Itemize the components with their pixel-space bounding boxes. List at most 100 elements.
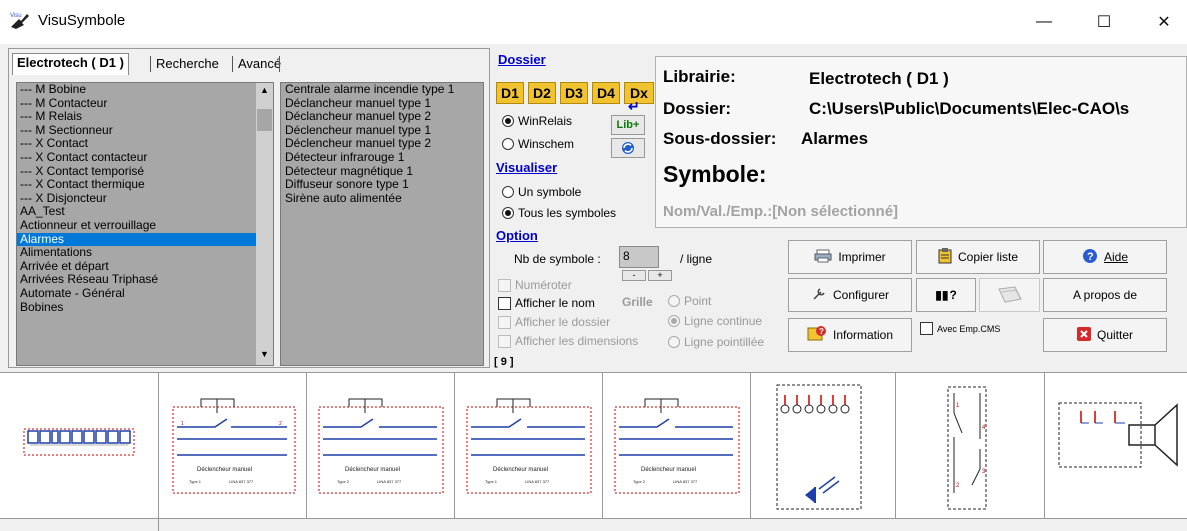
documents-button[interactable] (979, 278, 1040, 312)
svg-text:Type 1: Type 1 (189, 479, 202, 484)
category-item[interactable]: --- M Sectionneur (17, 123, 273, 138)
tab-recherche[interactable]: Recherche (152, 55, 223, 75)
tab-separator (279, 56, 280, 72)
radio-grille-point[interactable]: Point (668, 294, 711, 308)
category-item[interactable]: --- X Contact (17, 137, 273, 151)
preview-declencheur-2[interactable]: Déclencheur manuel Type 2 LINA 837 377 (307, 373, 455, 519)
radio-label: WinRelais (518, 114, 573, 128)
category-item[interactable]: Alimentations (17, 246, 273, 260)
information-button[interactable]: ? Information (788, 318, 912, 352)
preview-declencheur-3[interactable]: Déclencheur manuel Type 1 LINA 837 377 (455, 373, 603, 519)
radio-ligne-pointillee[interactable]: Ligne pointillée (668, 335, 764, 349)
copier-liste-button[interactable]: Copier liste (916, 240, 1040, 274)
quitter-button[interactable]: Quitter (1043, 318, 1167, 352)
category-scrollbar[interactable]: ▲ ▼ (256, 83, 273, 365)
minimize-button[interactable]: — (1021, 0, 1067, 44)
category-item[interactable]: Arrivées Réseau Triphasé (17, 273, 273, 287)
svg-text:Type 1: Type 1 (485, 479, 498, 484)
svg-text:3: 3 (982, 469, 986, 475)
symbol-item[interactable]: Diffuseur sonore type 1 (285, 178, 483, 192)
category-item[interactable]: Arrivée et départ (17, 259, 273, 274)
symbol-item[interactable]: Déclencheur manuel type 1 (285, 123, 483, 138)
radio-winschem[interactable]: Winschem (502, 137, 574, 151)
category-item[interactable]: Automate - Général (17, 286, 273, 301)
category-item[interactable]: --- M Contacteur (17, 96, 273, 111)
symbol-item[interactable]: Déclancheur manuel type 1 (285, 96, 483, 111)
dossier-header[interactable]: Dossier (498, 52, 546, 67)
radio-dot (668, 315, 680, 327)
dossier-tab-d1[interactable]: D1 (496, 82, 524, 104)
symbole-label: Symbole: (663, 161, 767, 187)
radio-un-symbole[interactable]: Un symbole (502, 185, 581, 199)
category-item[interactable]: Alarmes (17, 232, 273, 247)
symbol-preview-strip: 1 2 Déclencheur manuel Type 1 LINA 837 37… (0, 372, 1187, 519)
diffuseur-sonore-symbol (1058, 402, 1178, 468)
svg-text:2: 2 (279, 421, 282, 427)
checkbox-avec-emp[interactable]: Avec Emp.CMS (920, 322, 1000, 335)
refresh-button[interactable] (611, 138, 645, 158)
checkbox-box (498, 278, 511, 292)
dossier-tab-d2[interactable]: D2 (528, 82, 556, 104)
checkbox-afficher-nom[interactable]: Afficher le nom (498, 296, 595, 310)
radio-tous-symboles[interactable]: Tous les symboles (502, 206, 616, 220)
radio-label: Ligne pointillée (684, 335, 765, 349)
preview-centrale-alarme[interactable] (0, 373, 159, 519)
dossier-tab-d3[interactable]: D3 (560, 82, 588, 104)
imprimer-label: Imprimer (838, 250, 886, 264)
symbol-item[interactable]: Déclencheur manuel type 2 (285, 137, 483, 151)
aide-button[interactable]: ? Aide (1043, 240, 1167, 274)
checkbox-afficher-dimensions[interactable]: Afficher les dimensions (498, 334, 638, 348)
lib-plus-button[interactable]: Lib+ (611, 115, 645, 135)
symbol-list[interactable]: Centrale alarme incendie type 1 Déclanche… (280, 82, 484, 366)
category-item[interactable]: Bobines (17, 300, 273, 315)
category-item[interactable]: --- X Contact thermique (17, 178, 273, 192)
symbol-item[interactable]: Sirène auto alimentée (285, 191, 483, 206)
radio-winrelais[interactable]: WinRelais (502, 114, 572, 128)
category-item[interactable]: --- X Disjoncteur (17, 191, 273, 206)
configurer-button[interactable]: Configurer (788, 278, 912, 312)
nb-symbole-input[interactable]: 8 (619, 246, 659, 268)
symbol-item[interactable]: Détecteur magnétique 1 (285, 164, 483, 179)
maximize-button[interactable]: ☐ (1081, 0, 1127, 44)
category-item[interactable]: AA_Test (17, 205, 273, 219)
quitter-label: Quitter (1096, 328, 1133, 342)
chevron-up-icon[interactable]: ▲ (256, 85, 273, 97)
preview-detecteur-magnetique[interactable]: 1 4 3 2 (896, 373, 1045, 519)
category-item[interactable]: --- X Contact contacteur (17, 150, 273, 165)
visualiser-header[interactable]: Visualiser (496, 160, 557, 175)
scroll-thumb[interactable] (257, 109, 272, 131)
checkbox-afficher-dossier[interactable]: Afficher le dossier (498, 315, 610, 329)
preview-declencheur-4[interactable]: Déclencheur manuel Type 2 LINA 837 377 (603, 373, 751, 519)
information-label: Information (832, 328, 894, 342)
preview-declencheur-1[interactable]: 1 2 Déclencheur manuel Type 1 LINA 837 37… (159, 373, 307, 519)
radio-ligne-continue[interactable]: Ligne continue (668, 314, 762, 328)
preview-detecteur-infrarouge[interactable] (751, 373, 896, 519)
category-list[interactable]: --- M Bobine --- M Contacteur --- M Relais… (16, 82, 274, 366)
symbol-item[interactable]: Détecteur infrarouge 1 (285, 150, 483, 165)
category-item[interactable]: --- X Contact temporisé (17, 164, 273, 179)
symbol-item[interactable]: Centrale alarme incendie type 1 (285, 82, 483, 97)
chevron-down-icon[interactable]: ▼ (256, 349, 273, 361)
tab-avance[interactable]: Avancé (234, 55, 285, 75)
decrement-button[interactable]: - (622, 270, 646, 281)
help-query-button[interactable]: ▮▮? (916, 278, 976, 312)
tab-electrotech[interactable]: Electrotech ( D1 ) (12, 53, 129, 75)
imprimer-button[interactable]: Imprimer (788, 240, 912, 274)
close-button[interactable]: ✕ (1141, 0, 1187, 44)
svg-text:?: ? (1087, 251, 1094, 263)
checkbox-numeroter[interactable]: Numéroter (498, 278, 572, 292)
a-propos-button[interactable]: A propos de (1043, 278, 1167, 312)
category-item[interactable]: --- M Bobine (17, 83, 273, 97)
option-header[interactable]: Option (496, 228, 538, 243)
tab-separator (150, 56, 151, 72)
symbol-item[interactable]: Déclancheur manuel type 2 (285, 110, 483, 124)
category-item[interactable]: Actionneur et verrouillage (17, 218, 273, 233)
enter-arrow-icon[interactable]: ↵ (628, 98, 640, 115)
increment-button[interactable]: + (648, 270, 672, 281)
symbol-count: [ 9 ] (494, 356, 514, 368)
category-item[interactable]: --- M Relais (17, 110, 273, 124)
aide-label: Aide (1103, 250, 1129, 264)
preview-diffuseur-sonore[interactable] (1045, 373, 1187, 519)
dossier-tab-d4[interactable]: D4 (592, 82, 620, 104)
nb-symbole-label: Nb de symbole : (514, 252, 601, 266)
